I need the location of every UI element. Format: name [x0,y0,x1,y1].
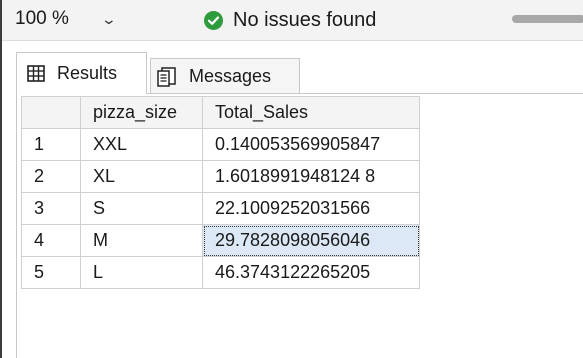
total-sales-cell[interactable]: 0.140053569905847 [202,128,420,161]
pizza-size-cell[interactable]: M [80,224,203,257]
issues-status-text: No issues found [233,8,377,31]
status-bar: 100 % ⌄ No issues found [2,0,583,40]
column-header-total-sales[interactable]: Total_Sales [202,96,420,129]
check-circle-icon [204,10,223,30]
table-row[interactable]: 3 S 22.1009252031566 [21,192,420,225]
divider [2,40,583,41]
row-number[interactable]: 3 [21,192,81,225]
zoom-dropdown[interactable]: 100 % ⌄ [15,2,117,36]
table-row[interactable]: 2 XL 1.6018991948124 8 [21,160,420,193]
window-edge [0,0,2,358]
tab-results-label: Results [57,63,118,83]
row-number[interactable]: 4 [21,224,81,257]
issues-status: No issues found [204,3,376,37]
grid-header-row: pizza_size Total_Sales [21,96,420,129]
table-row[interactable]: 4 M 29.7828098056046 [21,224,420,257]
total-sales-cell[interactable]: 22.1009252031566 [202,192,420,225]
table-row[interactable]: 5 L 46.3743122265205 [21,256,420,289]
grid-icon [27,65,45,82]
chevron-down-icon[interactable]: ⌄ [101,11,117,28]
pizza-size-cell[interactable]: L [80,256,203,289]
row-number[interactable]: 2 [21,160,81,193]
query-results-window: 100 % ⌄ No issues found Results Messages… [0,0,583,358]
pizza-size-cell[interactable]: XXL [80,128,203,161]
column-header-pizza-size[interactable]: pizza_size [80,96,203,129]
messages-icon [157,66,177,87]
total-sales-cell-selected[interactable]: 29.7828098056046 [202,224,420,257]
zoom-value: 100 % [15,8,69,29]
pizza-size-cell[interactable]: S [80,192,203,225]
tab-messages[interactable]: Messages [150,58,300,94]
horizontal-scrollbar[interactable] [512,15,583,23]
results-grid: pizza_size Total_Sales 1 XXL 0.140053569… [21,96,420,289]
total-sales-cell[interactable]: 1.6018991948124 8 [202,160,420,193]
pizza-size-cell[interactable]: XL [80,160,203,193]
row-number-header[interactable] [21,96,81,129]
row-number[interactable]: 5 [21,256,81,289]
tab-results[interactable]: Results [16,52,147,94]
table-row[interactable]: 1 XXL 0.140053569905847 [21,128,420,161]
tab-messages-label: Messages [189,66,272,86]
row-number[interactable]: 1 [21,128,81,161]
total-sales-cell[interactable]: 46.3743122265205 [202,256,420,289]
